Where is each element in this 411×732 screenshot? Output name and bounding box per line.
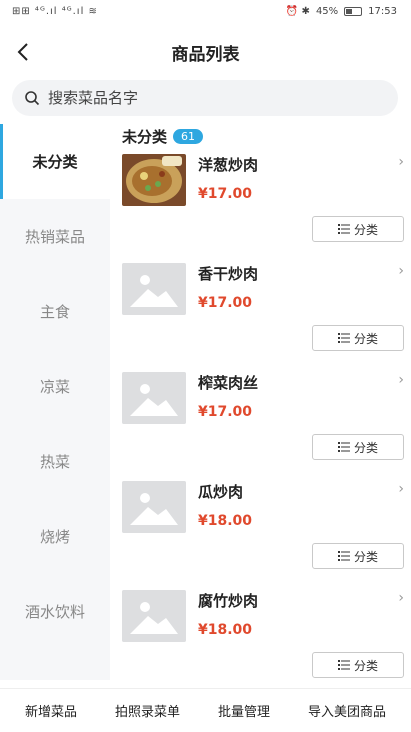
chevron-right-icon[interactable]: › [398,154,404,170]
list-icon [337,660,350,670]
sidebar-item-cold-dishes[interactable]: 凉菜 [0,349,110,424]
sidebar-item-label: 酒水饮料 [24,603,85,621]
image-placeholder-icon [122,372,186,424]
battery-icon [344,7,363,16]
product-name: 榨菜肉丝 [198,374,259,392]
signal-indicators: ⊞⊞ ⁴ᴳ.ıl ⁴ᴳ.ıl ≋ [12,6,98,17]
image-placeholder-icon [122,590,186,642]
sidebar-item-label: 未分类 [32,153,78,171]
list-icon [337,224,350,234]
list-item[interactable]: 榨菜肉丝 ¥17.00 › 分类 [122,372,404,472]
set-category-button[interactable]: 分类 [312,216,404,242]
clock: 17:53 [368,6,397,17]
image-placeholder-icon [122,263,186,315]
set-category-label: 分类 [353,658,378,673]
product-name: 瓜炒肉 [198,483,244,501]
product-list: 未分类 61 洋葱炒肉 ¥17.00 › 分类 香干炒肉 ¥17.00 › 分类… [110,124,411,680]
product-name: 腐竹炒肉 [198,592,259,610]
set-category-label: 分类 [353,222,378,237]
photo-menu-button[interactable]: 拍照录菜单 [115,701,180,720]
sidebar-item-label: 热销菜品 [24,228,85,246]
search-bar[interactable] [12,80,398,116]
set-category-button[interactable]: 分类 [312,652,404,678]
count-badge: 61 [173,129,204,144]
set-category-label: 分类 [353,331,378,346]
product-price: ¥18.00 [198,513,253,529]
search-input[interactable] [48,89,398,107]
product-name: 香干炒肉 [198,265,259,283]
set-category-label: 分类 [353,549,378,564]
add-dish-button[interactable]: 新增菜品 [25,701,77,720]
list-item[interactable]: 香干炒肉 ¥17.00 › 分类 [122,263,404,363]
list-item[interactable]: 洋葱炒肉 ¥17.00 › 分类 [122,154,404,254]
chevron-right-icon[interactable]: › [398,263,404,279]
product-price: ¥17.00 [198,295,253,311]
nav-bar: 商品列表 [0,30,411,74]
product-price: ¥17.00 [198,186,253,202]
chevron-right-icon[interactable]: › [398,590,404,606]
sidebar-item-hot-dishes[interactable]: 热销菜品 [0,199,110,274]
sidebar-item-hot-food[interactable]: 热菜 [0,424,110,499]
sidebar-item-label: 凉菜 [39,378,70,396]
sidebar-item-uncategorized[interactable]: 未分类 [0,124,110,199]
product-price: ¥18.00 [198,622,253,638]
list-item[interactable]: 腐竹炒肉 ¥18.00 › 分类 [122,590,404,680]
sidebar-item-staple[interactable]: 主食 [0,274,110,349]
set-category-button[interactable]: 分类 [312,325,404,351]
status-right: ⏰ ✱ 45% 17:53 [286,6,397,17]
sidebar-item-bbq[interactable]: 烧烤 [0,499,110,574]
set-category-label: 分类 [353,440,378,455]
list-icon [337,333,350,343]
image-placeholder-icon [122,481,186,533]
product-name: 洋葱炒肉 [198,156,259,174]
set-category-button[interactable]: 分类 [312,543,404,569]
set-category-button[interactable]: 分类 [312,434,404,460]
product-photo [122,154,186,206]
product-price: ¥17.00 [198,404,253,420]
list-icon [337,551,350,561]
status-bar: ⊞⊞ ⁴ᴳ.ıl ⁴ᴳ.ıl ≋ ⏰ ✱ 45% 17:53 [0,0,411,26]
sidebar-item-label: 热菜 [39,453,70,471]
list-icon [337,442,350,452]
batch-manage-button[interactable]: 批量管理 [218,701,270,720]
page-title: 商品列表 [171,45,240,65]
sidebar-item-label: 烧烤 [39,528,70,546]
chevron-right-icon[interactable]: › [398,372,404,388]
category-sidebar: 未分类 热销菜品 主食 凉菜 热菜 烧烤 酒水饮料 [0,124,110,680]
battery-percent: 45% [315,6,339,17]
sidebar-item-drinks[interactable]: 酒水饮料 [0,574,110,649]
bottom-action-bar: 新增菜品 拍照录菜单 批量管理 导入美团商品 [0,688,411,732]
import-meituan-button[interactable]: 导入美团商品 [308,701,386,720]
chevron-right-icon[interactable]: › [398,481,404,497]
search-icon [25,91,40,106]
list-item[interactable]: 瓜炒肉 ¥18.00 › 分类 [122,481,404,581]
category-title: 未分类 [122,128,168,146]
alarm-icon: ⏰ ✱ [285,6,310,17]
sidebar-item-label: 主食 [39,303,70,321]
category-header: 未分类 61 [122,126,204,147]
